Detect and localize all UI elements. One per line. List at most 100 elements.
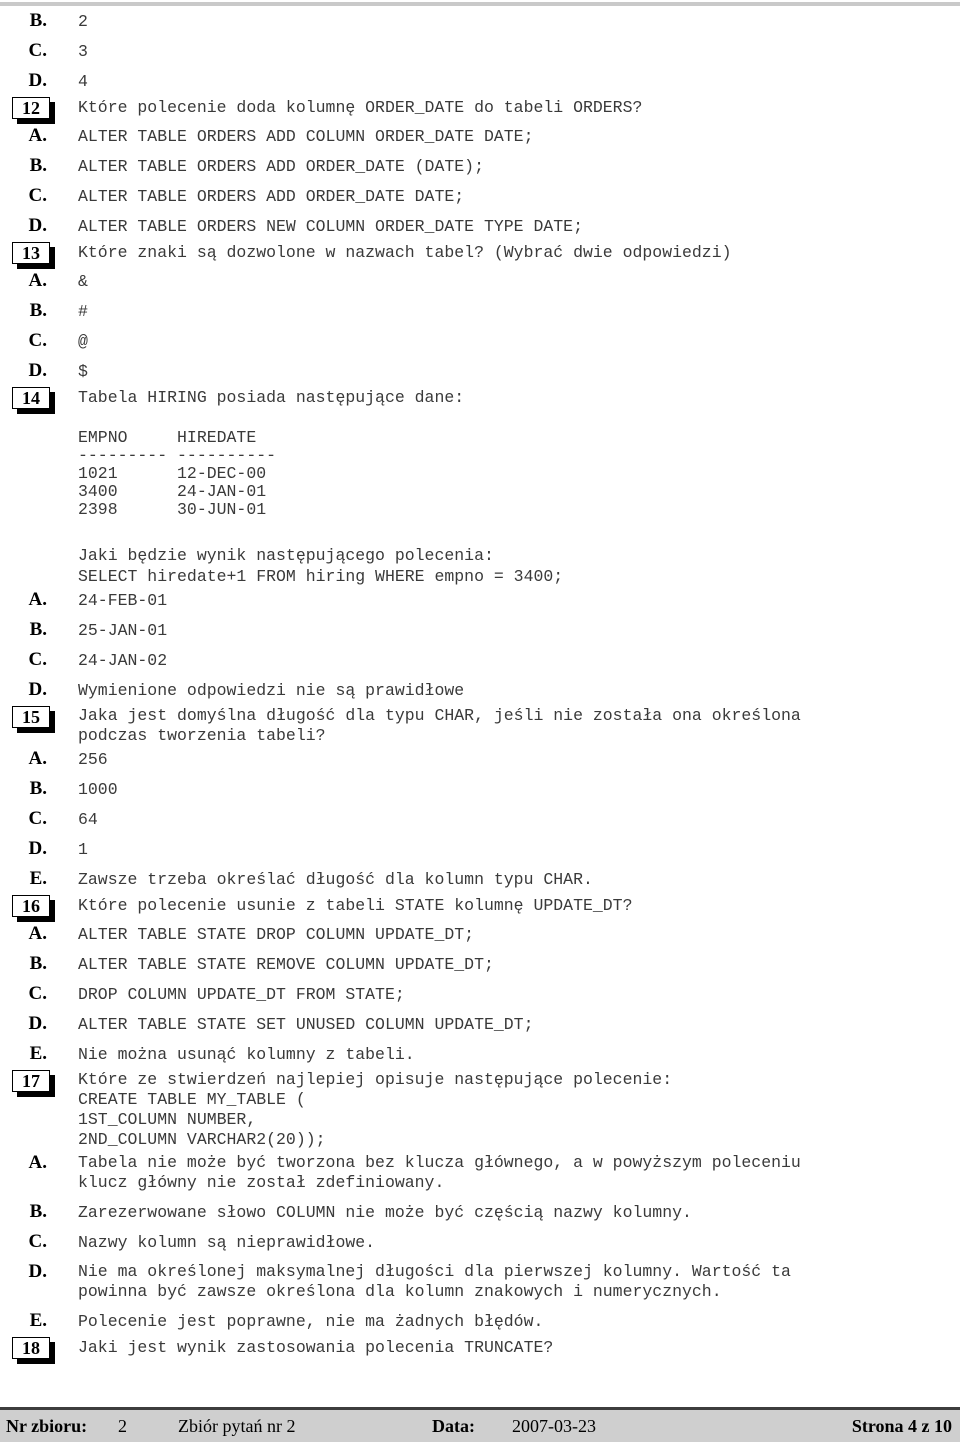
option-gutter: D. [0,1262,78,1282]
list-item: E. Polecenie jest poprawne, nie ma żadny… [0,1311,960,1332]
question-number-badge: 13 [12,242,58,269]
option-text: $ [78,362,88,381]
option-gutter: D. [0,680,78,700]
option-gutter: B. [0,954,78,974]
question-number-gutter: 13 [0,242,78,269]
option-text: Nie można usunąć kolumny z tabeli. [78,1045,415,1064]
option-text: 1 [78,840,88,859]
option-letter: A. [28,125,47,146]
option-text: Tabela nie może być tworzona bez klucza … [78,1153,801,1192]
option-letter: D. [28,838,47,859]
option-text: 25-JAN-01 [78,621,168,640]
option-letter: E. [29,1043,47,1064]
option-letter: D. [28,1261,47,1282]
question-number-badge: 15 [12,706,58,733]
option-text: 1000 [78,780,118,799]
list-item: D. ALTER TABLE ORDERS NEW COLUMN ORDER_D… [0,216,960,237]
option-letter: D. [28,70,47,91]
option-gutter: A. [0,749,78,769]
question-number: 15 [12,706,50,728]
option-letter: C. [28,185,47,206]
list-item: A. 24-FEB-01 [0,590,960,611]
question-number-gutter: 14 [0,387,78,414]
option-gutter: D. [0,216,78,236]
option-gutter: E. [0,869,78,889]
question-number-gutter: 15 [0,706,78,733]
option-text: Polecenie jest poprawne, nie ma żadnych … [78,1312,544,1331]
list-item: C. @ [0,331,960,352]
option-text: 4 [78,72,88,91]
list-item: C. DROP COLUMN UPDATE_DT FROM STATE; [0,984,960,1005]
option-text: ALTER TABLE STATE REMOVE COLUMN UPDATE_D… [78,955,494,974]
option-gutter: D. [0,361,78,381]
option-gutter: B. [0,779,78,799]
list-item: C. 3 [0,41,960,62]
option-gutter: A. [0,924,78,944]
option-letter: A. [28,589,47,610]
option-letter: A. [28,1152,47,1173]
list-item: A. Tabela nie może być tworzona bez kluc… [0,1153,960,1193]
question-number-gutter: 18 [0,1337,78,1364]
footer-set-name: Zbiór pytań nr 2 [178,1416,296,1436]
option-gutter: D. [0,1014,78,1034]
question-number: 17 [12,1070,50,1092]
option-letter: B. [29,1201,47,1222]
option-letter: B. [29,10,47,31]
option-gutter: B. [0,301,78,321]
option-text: Zawsze trzeba określać długość dla kolum… [78,870,593,889]
list-item: A. ALTER TABLE ORDERS ADD COLUMN ORDER_D… [0,126,960,147]
footer-collection-value: 2 [118,1416,127,1436]
option-text: 24-JAN-02 [78,651,168,670]
option-gutter: D. [0,71,78,91]
list-item: A. & [0,271,960,292]
list-item: C. Nazwy kolumn są nieprawidłowe. [0,1232,960,1253]
option-letter: E. [29,1310,47,1331]
option-text: ALTER TABLE STATE DROP COLUMN UPDATE_DT; [78,925,475,944]
option-text: & [78,272,88,291]
list-item: B. 25-JAN-01 [0,620,960,641]
option-letter: B. [29,619,47,640]
list-item: D. ALTER TABLE STATE SET UNUSED COLUMN U… [0,1014,960,1035]
question-number-gutter: 17 [0,1070,78,1097]
option-text: Zarezerwowane słowo COLUMN nie może być … [78,1203,692,1222]
option-letter: E. [29,868,47,889]
page-top-rule [0,2,960,6]
list-item: D. Nie ma określonej maksymalnej długośc… [0,1262,960,1302]
option-text: ALTER TABLE ORDERS ADD COLUMN ORDER_DATE… [78,127,534,146]
option-text: # [78,302,88,321]
option-letter: D. [28,1013,47,1034]
question-prompt: Jaki jest wynik zastosowania polecenia T… [78,1338,554,1357]
option-text: Nazwy kolumn są nieprawidłowe. [78,1233,376,1252]
option-gutter: A. [0,126,78,146]
option-text: @ [78,332,88,351]
option-text: 64 [78,810,98,829]
question-18: 18 Jaki jest wynik zastosowania poleceni… [0,1337,960,1364]
option-text: Wymienione odpowiedzi nie są prawidłowe [78,681,465,700]
page-footer: Nr zbioru: 2 Zbiór pytań nr 2 Data: 2007… [0,1407,960,1442]
list-item: D. Wymienione odpowiedzi nie są prawidło… [0,680,960,701]
question-number: 16 [12,895,50,917]
option-letter: D. [28,360,47,381]
question-number-gutter: 12 [0,97,78,124]
question-number-badge: 12 [12,97,58,124]
option-letter: C. [28,808,47,829]
option-text: Nie ma określonej maksymalnej długości d… [78,1262,791,1301]
option-gutter: A. [0,590,78,610]
list-item: B. Zarezerwowane słowo COLUMN nie może b… [0,1202,960,1223]
question-prompt: Które ze stwierdzeń najlepiej opisuje na… [78,1070,673,1149]
option-gutter: B. [0,156,78,176]
question-14: 14 Tabela HIRING posiada następujące dan… [0,387,960,414]
question-number: 13 [12,242,50,264]
list-item: B. ALTER TABLE ORDERS ADD ORDER_DATE (DA… [0,156,960,177]
footer-page-info: Strona 4 z 10 [851,1416,952,1436]
option-gutter: D. [0,839,78,859]
option-letter: C. [28,983,47,1004]
question-prompt: Jaka jest domyślna długość dla typu CHAR… [78,706,801,745]
option-text: 256 [78,750,108,769]
question-prompt: Które znaki są dozwolone w nazwach tabel… [78,243,732,262]
option-letter: C. [28,330,47,351]
question-number-badge: 14 [12,387,58,414]
option-gutter: C. [0,41,78,61]
